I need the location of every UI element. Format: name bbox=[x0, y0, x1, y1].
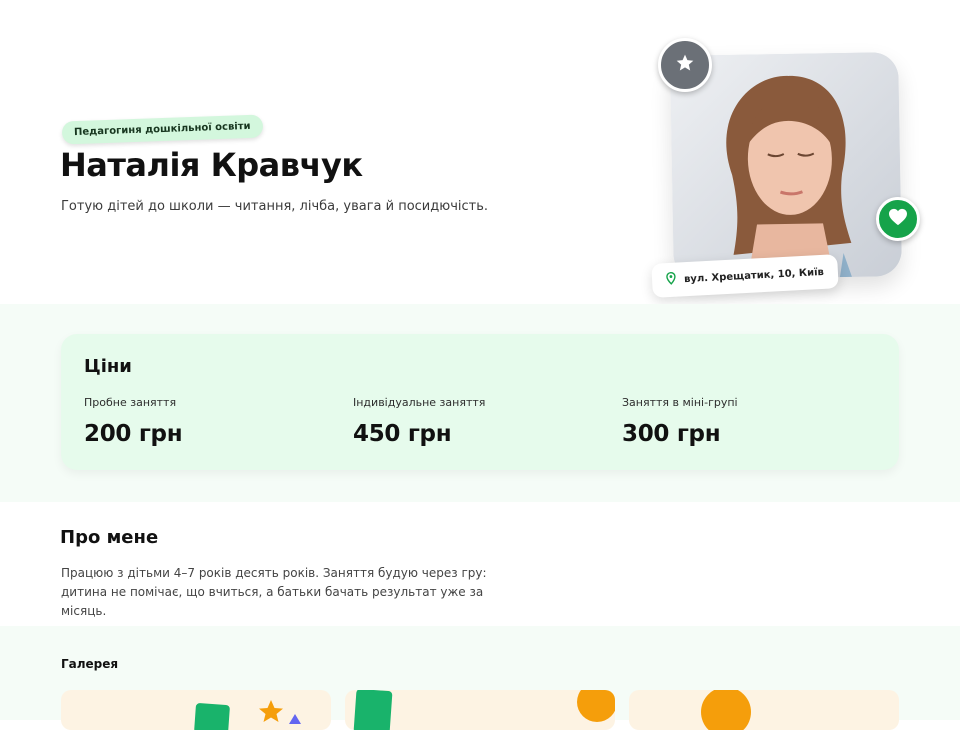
price-value: 200 грн bbox=[84, 421, 183, 447]
gallery-image[interactable] bbox=[629, 690, 899, 730]
gallery-illustration bbox=[353, 690, 615, 730]
specialty-badge: Педагогиня дошкільної освіти bbox=[61, 114, 263, 145]
star-icon bbox=[675, 53, 695, 77]
heart-icon bbox=[888, 208, 908, 230]
price-group: Заняття в міні-групі 300 грн bbox=[622, 396, 862, 447]
gallery-illustration bbox=[701, 690, 751, 730]
price-label: Пробне заняття bbox=[84, 396, 177, 409]
portrait-illustration bbox=[670, 52, 902, 280]
gallery-image[interactable] bbox=[61, 690, 331, 730]
teacher-tagline: Готую дітей до школи — читання, лічба, у… bbox=[61, 199, 488, 214]
about-text: Працюю з дітьми 4–7 років десять років. … bbox=[61, 566, 487, 618]
about-title: Про мене bbox=[60, 527, 159, 548]
gallery-title: Галерея bbox=[61, 657, 119, 671]
gallery-image[interactable] bbox=[345, 690, 615, 730]
gallery-illustration bbox=[194, 700, 301, 730]
prices-title: Ціни bbox=[84, 356, 132, 377]
price-individual: Індивідуальне заняття 450 грн bbox=[353, 396, 593, 447]
price-label: Заняття в міні-групі bbox=[622, 396, 738, 409]
favorite-button[interactable] bbox=[876, 197, 920, 241]
price-trial: Пробне заняття 200 грн bbox=[84, 396, 324, 447]
price-label: Індивідуальне заняття bbox=[353, 396, 486, 409]
profile-photo bbox=[670, 52, 902, 280]
price-value: 300 грн bbox=[622, 421, 721, 447]
teacher-name: Наталія Кравчук bbox=[60, 146, 363, 184]
featured-badge bbox=[658, 38, 712, 92]
price-value: 450 грн bbox=[353, 421, 452, 447]
hero-section: Педагогиня дошкільної освіти Наталія Кра… bbox=[0, 0, 960, 304]
map-pin-icon bbox=[666, 271, 677, 289]
address-text: вул. Хрещатик, 10, Київ bbox=[683, 266, 825, 285]
